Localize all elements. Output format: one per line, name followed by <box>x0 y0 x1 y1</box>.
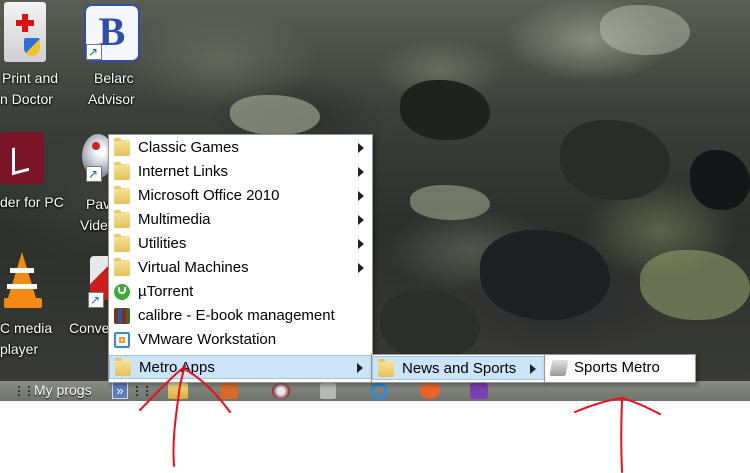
shortcut-arrow-icon <box>86 164 102 184</box>
rock-shape <box>230 95 320 135</box>
internet-explorer-icon[interactable] <box>370 383 388 399</box>
submenu-metro-apps: News and Sports <box>371 354 546 383</box>
menu-item-label: Virtual Machines <box>138 259 249 276</box>
desktop-icon-label: player <box>0 341 39 357</box>
folder-icon <box>114 210 130 228</box>
taskbar-fox-icon[interactable] <box>420 383 440 399</box>
rock-shape <box>600 5 690 55</box>
vlc-cone-icon <box>4 252 42 312</box>
desktop-icon-label: n Doctor <box>0 91 53 107</box>
desktop-icon-label: der for PC <box>0 194 64 210</box>
shortcut-arrow-icon <box>88 290 104 310</box>
menu-item-calibre[interactable]: calibre - E-book management <box>109 304 372 328</box>
taskbar-app-icon[interactable] <box>320 383 336 399</box>
menu-item-label: Classic Games <box>138 139 239 156</box>
rock-shape <box>410 185 490 220</box>
desktop-icon-label: Vide <box>80 217 108 233</box>
submenu-arrow-icon <box>358 263 364 273</box>
folder-icon <box>114 162 130 180</box>
menu-item-label: News and Sports <box>402 360 517 377</box>
desktop-icon-label: Pav <box>86 196 111 212</box>
menu-item-vmware-workstation[interactable]: VMware Workstation <box>109 328 372 352</box>
menu-item-microsoft-office-2010[interactable]: Microsoft Office 2010 <box>109 184 372 208</box>
calibre-icon <box>114 308 130 324</box>
menu-item-label: VMware Workstation <box>138 331 277 348</box>
printer-icon <box>4 2 46 62</box>
menu-item-label: Metro Apps <box>139 359 215 376</box>
submenu-arrow-icon <box>530 364 536 374</box>
toolbar-menu: Classic Games Internet Links Microsoft O… <box>108 134 373 383</box>
submenu-arrow-icon <box>357 363 363 373</box>
menu-item-utorrent[interactable]: µTorrent <box>109 280 372 304</box>
rock-shape <box>400 80 490 140</box>
rock-shape <box>380 290 480 360</box>
desktop-icon-label: Conve <box>69 320 110 336</box>
sports-metro-icon <box>549 360 569 376</box>
submenu-arrow-icon <box>358 215 364 225</box>
annotation-arrow-right <box>574 396 661 473</box>
menu-item-virtual-machines[interactable]: Virtual Machines <box>109 256 372 280</box>
trophy-icon[interactable] <box>470 383 488 399</box>
desktop-icon-label: Belarc <box>94 70 134 86</box>
menu-item-label: Utilities <box>138 235 187 252</box>
vmware-icon <box>114 332 130 348</box>
reader-book-icon <box>0 132 44 184</box>
toolbar-grip[interactable] <box>18 386 30 396</box>
taskbar-app-icon[interactable] <box>272 383 290 399</box>
menu-item-classic-games[interactable]: Classic Games <box>109 136 372 160</box>
menu-item-utilities[interactable]: Utilities <box>109 232 372 256</box>
folder-icon <box>114 138 130 156</box>
taskbar: My progs » <box>0 381 750 401</box>
folder-icon <box>114 186 130 204</box>
desktop-icon-label: C media <box>0 320 53 336</box>
folder-icon <box>378 359 394 377</box>
menu-item-multimedia[interactable]: Multimedia <box>109 208 372 232</box>
taskbar-app-icon[interactable] <box>220 383 238 399</box>
menu-item-label: Multimedia <box>138 211 211 228</box>
taskbar-folder-icon[interactable] <box>168 383 188 399</box>
desktop-icon-belarc-advisor[interactable]: B Belarc Advisor <box>80 0 150 110</box>
utorrent-icon <box>114 284 130 300</box>
my-progs-toolbar-label[interactable]: My progs <box>34 382 92 398</box>
submenu-arrow-icon <box>358 191 364 201</box>
menu-item-label: Sports Metro <box>574 359 660 376</box>
submenu-news-and-sports: Sports Metro <box>544 354 696 383</box>
rock-shape <box>640 250 750 320</box>
menu-item-label: calibre - E-book management <box>138 307 335 324</box>
toolbar-chevron-button[interactable]: » <box>112 382 128 399</box>
rock-shape <box>560 120 670 200</box>
folder-icon <box>114 258 130 276</box>
folder-icon <box>114 234 130 252</box>
menu-item-label: µTorrent <box>138 283 194 300</box>
menu-item-label: Microsoft Office 2010 <box>138 187 280 204</box>
toolbar-grip[interactable] <box>136 386 148 396</box>
submenu-arrow-icon <box>358 143 364 153</box>
menu-item-metro-apps[interactable]: Metro Apps <box>109 355 372 379</box>
menu-item-internet-links[interactable]: Internet Links <box>109 160 372 184</box>
menu-item-sports-metro[interactable]: Sports Metro <box>545 356 695 380</box>
desktop-icon-vlc-media-player[interactable]: C media player <box>0 250 64 360</box>
rock-shape <box>690 150 750 210</box>
submenu-arrow-icon <box>358 167 364 177</box>
menu-item-label: Internet Links <box>138 163 229 180</box>
desktop-icon-label: Advisor <box>88 91 135 107</box>
submenu-arrow-icon <box>358 239 364 249</box>
menu-item-news-and-sports[interactable]: News and Sports <box>372 356 545 380</box>
desktop-icon-label: Print and <box>2 70 59 86</box>
rock-shape <box>480 230 610 320</box>
desktop-icon-print-and-fax-doctor[interactable]: Print and n Doctor <box>0 0 64 110</box>
shortcut-arrow-icon <box>86 42 102 62</box>
desktop-icon-reader-for-pc[interactable]: der for PC <box>0 128 70 218</box>
folder-icon <box>115 358 131 376</box>
